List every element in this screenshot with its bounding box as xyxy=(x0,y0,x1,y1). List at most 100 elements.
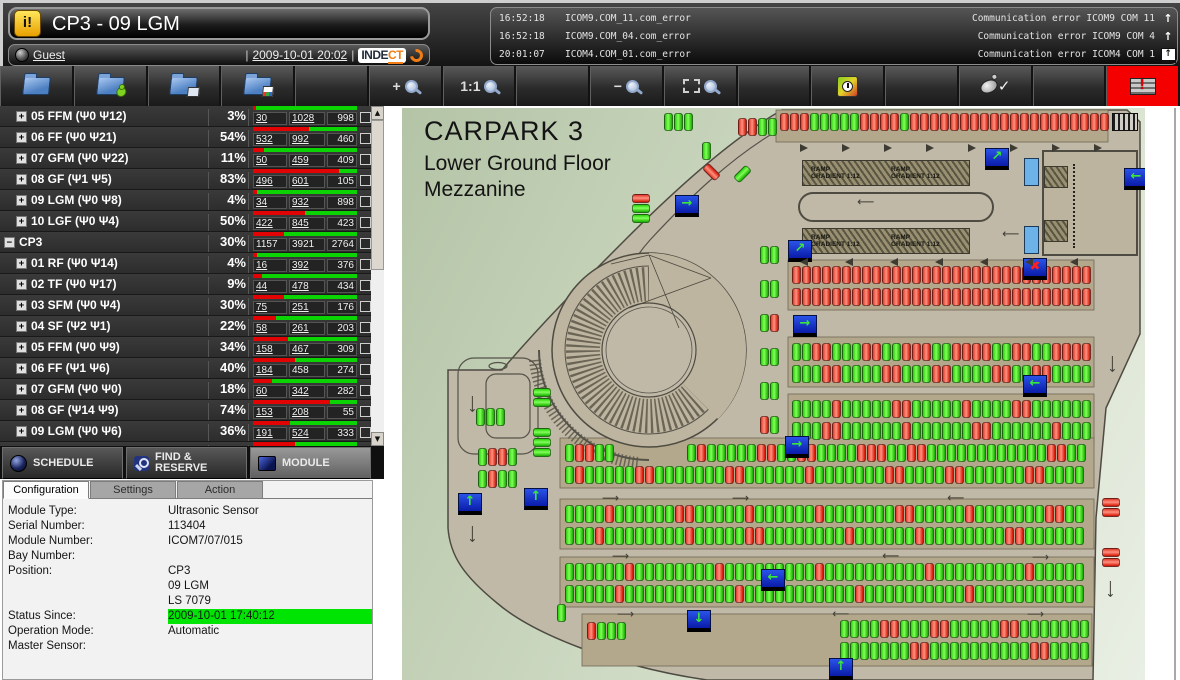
tree-row[interactable]: + 01 RF (Ψ0 Ψ14) 4% 16 392 376 xyxy=(0,253,384,274)
folder-users-button[interactable] xyxy=(74,66,148,106)
tree-row[interactable]: + 06 FF (Ψ1 Ψ6) 40% 184 458 274 xyxy=(0,358,384,379)
parking-bay-occupied[interactable] xyxy=(930,620,939,638)
parking-bay-occupied[interactable] xyxy=(832,422,841,440)
expand-icon[interactable]: + xyxy=(16,216,27,227)
parking-bay-occupied[interactable] xyxy=(1082,343,1091,361)
parking-bay-free[interactable] xyxy=(925,505,934,523)
parking-bay-occupied[interactable] xyxy=(1012,288,1021,306)
total-count-link[interactable]: 467 xyxy=(289,343,325,356)
parking-bay-free[interactable] xyxy=(1055,466,1064,484)
parking-bay-free[interactable] xyxy=(967,444,976,462)
parking-bay-free[interactable] xyxy=(617,622,626,640)
parking-bay-free[interactable] xyxy=(960,642,969,660)
tree-row[interactable]: + 09 LGM (Ψ0 Ψ8) 4% 34 932 898 xyxy=(0,190,384,211)
parking-bay-free[interactable] xyxy=(557,604,566,622)
parking-bay-free[interactable] xyxy=(965,466,974,484)
parking-bay-free[interactable] xyxy=(785,466,794,484)
parking-bay-free[interactable] xyxy=(635,585,644,603)
folder-reports-button[interactable] xyxy=(221,66,295,106)
parking-bay-free[interactable] xyxy=(1007,444,1016,462)
parking-bay-free[interactable] xyxy=(825,563,834,581)
parking-bay-free[interactable] xyxy=(1075,466,1084,484)
parking-bay-free[interactable] xyxy=(770,382,779,400)
scroll-up-icon[interactable]: ↑ xyxy=(1159,31,1177,43)
parking-bay-free[interactable] xyxy=(735,527,744,545)
parking-bay-free[interactable] xyxy=(1025,527,1034,545)
parking-bay-occupied[interactable] xyxy=(932,288,941,306)
parking-bay-free[interactable] xyxy=(990,642,999,660)
sign-direction[interactable]: ↑ xyxy=(829,658,853,680)
parking-bay-free[interactable] xyxy=(865,527,874,545)
parking-bay-free[interactable] xyxy=(785,585,794,603)
parking-bay-free[interactable] xyxy=(830,113,839,131)
parking-bay-occupied[interactable] xyxy=(575,466,584,484)
parking-bay-occupied[interactable] xyxy=(1002,288,1011,306)
parking-bay-free[interactable] xyxy=(597,622,606,640)
alarm-table-button[interactable] xyxy=(1106,66,1180,106)
parking-bay-occupied[interactable] xyxy=(1052,343,1061,361)
sign-direction[interactable]: → xyxy=(793,315,817,337)
parking-bay-free[interactable] xyxy=(1080,642,1089,660)
parking-bay-free[interactable] xyxy=(1010,642,1019,660)
parking-bay-free[interactable] xyxy=(895,563,904,581)
parking-bay-free[interactable] xyxy=(665,505,674,523)
parking-bay-occupied[interactable] xyxy=(832,400,841,418)
parking-bay-free[interactable] xyxy=(957,444,966,462)
parking-bay-free[interactable] xyxy=(865,466,874,484)
parking-bay-free[interactable] xyxy=(970,642,979,660)
parking-bay-free[interactable] xyxy=(1075,505,1084,523)
parking-bay-free[interactable] xyxy=(985,585,994,603)
parking-bay-occupied[interactable] xyxy=(1022,288,1031,306)
parking-bay-free[interactable] xyxy=(825,466,834,484)
parking-bay-occupied[interactable] xyxy=(970,113,979,131)
parking-bay-occupied[interactable] xyxy=(842,266,851,284)
parking-bay-free[interactable] xyxy=(952,365,961,383)
parking-bay-occupied[interactable] xyxy=(890,113,899,131)
parking-bay-free[interactable] xyxy=(875,527,884,545)
parking-bay-free[interactable] xyxy=(1012,365,1021,383)
parking-bay-occupied[interactable] xyxy=(892,288,901,306)
parking-bay-free[interactable] xyxy=(635,505,644,523)
parking-bay-occupied[interactable] xyxy=(822,422,831,440)
parking-bay-free[interactable] xyxy=(632,204,650,213)
expand-icon[interactable]: + xyxy=(16,279,27,290)
tree-row[interactable]: + 10 LGF (Ψ0 Ψ4) 50% 422 845 423 xyxy=(0,211,384,232)
row-checkbox[interactable] xyxy=(360,364,371,375)
parking-bay-occupied[interactable] xyxy=(738,118,747,136)
parking-bay-free[interactable] xyxy=(664,113,673,131)
parking-bay-free[interactable] xyxy=(705,527,714,545)
parking-bay-free[interactable] xyxy=(892,422,901,440)
parking-bay-free[interactable] xyxy=(1055,563,1064,581)
parking-bay-occupied[interactable] xyxy=(930,113,939,131)
parking-bay-free[interactable] xyxy=(565,466,574,484)
parking-bay-free[interactable] xyxy=(902,365,911,383)
parking-bay-free[interactable] xyxy=(920,620,929,638)
total-count-link[interactable]: 845 xyxy=(289,217,325,230)
parking-bay-occupied[interactable] xyxy=(1102,548,1120,557)
parking-bay-free[interactable] xyxy=(1075,585,1084,603)
parking-bay-free[interactable] xyxy=(1035,585,1044,603)
parking-bay-occupied[interactable] xyxy=(905,505,914,523)
parking-bay-occupied[interactable] xyxy=(1000,620,1009,638)
occupied-count-link[interactable]: 60 xyxy=(253,385,287,398)
parking-bay-free[interactable] xyxy=(674,113,683,131)
parking-bay-free[interactable] xyxy=(1002,343,1011,361)
parking-bay-occupied[interactable] xyxy=(872,266,881,284)
expand-icon[interactable]: + xyxy=(16,195,27,206)
scroll-up-icon[interactable]: ↑ xyxy=(1159,13,1177,25)
parking-bay-free[interactable] xyxy=(496,408,505,426)
parking-bay-occupied[interactable] xyxy=(922,266,931,284)
parking-bay-free[interactable] xyxy=(915,585,924,603)
parking-bay-occupied[interactable] xyxy=(925,563,934,581)
parking-bay-occupied[interactable] xyxy=(965,505,974,523)
parking-bay-occupied[interactable] xyxy=(872,343,881,361)
parking-bay-free[interactable] xyxy=(792,365,801,383)
parking-bay-free[interactable] xyxy=(498,470,507,488)
row-checkbox[interactable] xyxy=(360,112,371,123)
parking-bay-free[interactable] xyxy=(795,527,804,545)
parking-bay-occupied[interactable] xyxy=(615,585,624,603)
parking-bay-free[interactable] xyxy=(925,466,934,484)
parking-bay-occupied[interactable] xyxy=(488,448,497,466)
total-count-link[interactable]: 524 xyxy=(289,427,325,440)
parking-bay-occupied[interactable] xyxy=(1045,505,1054,523)
